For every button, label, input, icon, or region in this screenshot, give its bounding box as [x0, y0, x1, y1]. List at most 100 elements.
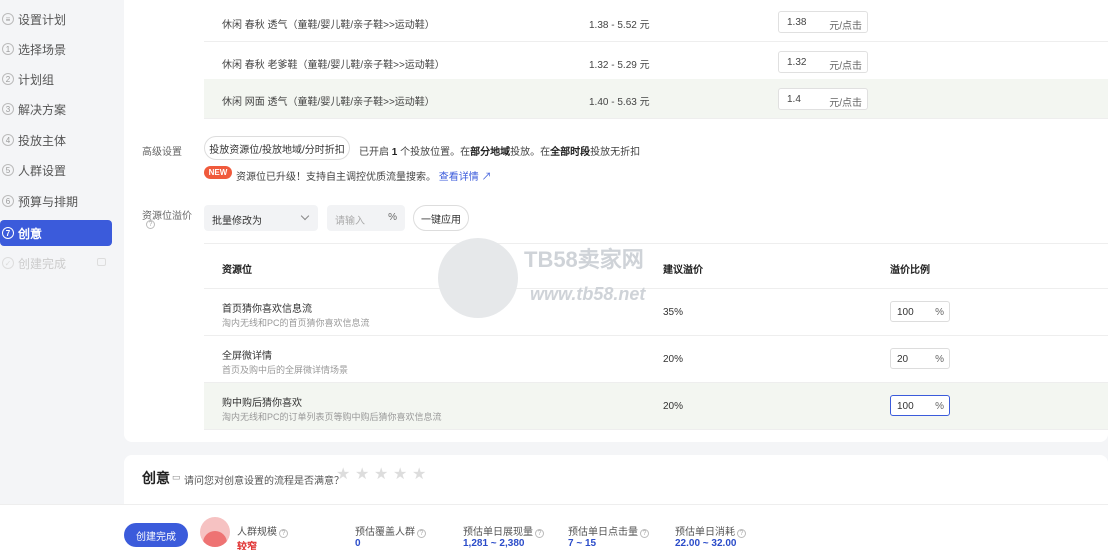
resource-desc: 淘内无线和PC的订单列表页等购中购后猜你喜欢信息流	[222, 412, 442, 422]
sidebar-item-label: 计划组	[18, 72, 55, 87]
sidebar-item-budget[interactable]: 6 预算与排期	[0, 188, 112, 214]
comment-icon: ▭	[172, 472, 181, 482]
bid-unit: 元/点击	[829, 21, 862, 32]
stat-value: 0	[355, 538, 361, 549]
premium-percent-input[interactable]: 请输入 %	[327, 205, 405, 231]
table-row: 购中购后猜你喜欢 淘内无线和PC的订单列表页等购中购后猜你喜欢信息流 20% 1…	[204, 383, 1108, 430]
sidebar-item-plan-settings[interactable]: ≡ 设置计划	[0, 6, 112, 32]
keyword-price-row: 休闲 春秋 老爹鞋（童鞋/婴儿鞋/亲子鞋>>运动鞋） 1.32 - 5.29 元…	[204, 42, 1108, 82]
help-icon[interactable]: ?	[279, 529, 288, 538]
help-icon[interactable]: ?	[146, 220, 155, 229]
stat-label-text: 预估覆盖人群	[355, 527, 415, 538]
step-number-icon: 6	[2, 195, 14, 207]
stat-value: 1,281 ~ 2,380	[463, 538, 525, 549]
star-icon[interactable]: ★	[355, 467, 371, 483]
upgrade-notice: 资源位已升级！支持自主调控优质流量搜索。 查看详情 ↗	[236, 168, 492, 183]
info-count: 1	[391, 147, 398, 158]
bid-value: 1.32	[787, 57, 807, 68]
step-number-icon: 3	[2, 103, 14, 115]
stat-value: 22.00 ~ 32.00	[675, 538, 737, 549]
info-text: 已开启	[359, 147, 389, 158]
sidebar-item-subject[interactable]: 4 投放主体	[0, 127, 112, 153]
suggested-premium: 20%	[663, 354, 684, 365]
batch-modify-select[interactable]: 批量修改为	[204, 205, 318, 231]
check-icon: ✓	[2, 257, 14, 269]
help-icon[interactable]: ?	[737, 529, 746, 538]
advanced-settings-button[interactable]: 投放资源位/投放地域/分时折扣	[204, 136, 350, 160]
ratio-value: 100	[897, 401, 914, 412]
sidebar-item-complete: ✓ 创建完成	[0, 250, 112, 276]
settings-card: 休闲 春秋 透气（童鞋/婴儿鞋/亲子鞋>>运动鞋） 1.38 - 5.52 元 …	[124, 0, 1108, 442]
sidebar-item-solution[interactable]: 3 解决方案	[0, 96, 112, 122]
info-text: 个投放位置。在	[400, 147, 471, 158]
column-header: 资源位	[222, 265, 252, 276]
bid-unit: 元/点击	[829, 61, 862, 72]
stat-value: 7 ~ 15	[568, 538, 597, 549]
watermark-text: TB58卖家网	[524, 247, 644, 272]
bottom-bar: 创建完成 人群规模? 较窄 预估覆盖人群? 0 预估单日展现量? 1,281 ~…	[0, 504, 1108, 550]
sidebar-item-label: 解决方案	[18, 102, 67, 117]
step-number-icon: 4	[2, 134, 14, 146]
crowd-size-label: 人群规模?	[237, 523, 288, 538]
keyword-name: 休闲 网面 透气（童鞋/婴儿鞋/亲子鞋>>运动鞋）	[222, 97, 435, 108]
apply-all-button[interactable]: 一键应用	[413, 205, 469, 231]
star-icon[interactable]: ★	[412, 467, 428, 483]
table-header: 资源位 建议溢价 溢价比例	[204, 243, 1108, 289]
new-badge: NEW	[204, 166, 232, 179]
info-text: 投放。在	[510, 147, 551, 158]
bid-input[interactable]: 1.4 元/点击	[778, 88, 868, 110]
ratio-unit: %	[935, 354, 944, 365]
step-number-icon: 7	[2, 227, 14, 239]
stat-label: 预估单日展现量?	[463, 523, 544, 538]
bid-value: 1.4	[787, 94, 801, 105]
suggested-range: 1.38 - 5.52 元	[589, 20, 650, 31]
table-row: 全屏微详情 首页及购中后的全屏微详情场景 20% 20 %	[204, 336, 1108, 383]
premium-ratio-input[interactable]: 100 %	[890, 301, 950, 322]
sidebar-item-label: 创意	[18, 226, 43, 241]
suggested-premium: 35%	[663, 307, 684, 318]
input-placeholder: 请输入	[335, 216, 365, 227]
stat-label: 预估覆盖人群?	[355, 523, 426, 538]
bid-input[interactable]: 1.32 元/点击	[778, 51, 868, 73]
bid-input[interactable]: 1.38 元/点击	[778, 11, 868, 33]
suggested-premium: 20%	[663, 401, 684, 412]
sidebar-item-label: 创建完成	[18, 256, 67, 271]
stat-label: 预估单日点击量?	[568, 523, 649, 538]
premium-ratio-input[interactable]: 20 %	[890, 348, 950, 369]
sidebar-item-label: 投放主体	[18, 133, 67, 148]
keyword-price-row: 休闲 春秋 透气（童鞋/婴儿鞋/亲子鞋>>运动鞋） 1.38 - 5.52 元 …	[204, 2, 1108, 42]
notice-text: 资源位已升级！支持自主调控优质流量搜索。	[236, 172, 436, 183]
help-icon[interactable]: ?	[640, 529, 649, 538]
suggested-range: 1.32 - 5.29 元	[589, 60, 650, 71]
crowd-size-value: 较窄	[237, 542, 257, 550]
premium-ratio-input[interactable]: 100 %	[890, 395, 950, 416]
star-icon[interactable]: ★	[393, 467, 409, 483]
rating-stars: ★ ★ ★ ★ ★	[336, 467, 428, 483]
help-icon[interactable]: ?	[535, 529, 544, 538]
sidebar-item-plan-group[interactable]: 2 计划组	[0, 66, 112, 92]
select-value: 批量修改为	[212, 216, 262, 227]
external-link-icon[interactable]: ↗	[482, 172, 492, 183]
create-complete-button[interactable]: 创建完成	[124, 523, 188, 547]
column-header: 溢价比例	[890, 265, 930, 276]
watermark-url: www.tb58.net	[530, 284, 646, 304]
info-text: 投放无折扣	[590, 147, 641, 158]
star-icon[interactable]: ★	[374, 467, 390, 483]
step-number-icon: 2	[2, 73, 14, 85]
ratio-value: 20	[897, 354, 909, 365]
crowd-avatar	[200, 517, 230, 547]
view-details-link[interactable]: 查看详情	[439, 172, 479, 183]
step-number-icon: 5	[2, 164, 14, 176]
bid-value: 1.38	[787, 17, 807, 28]
table-row: 首页猜你喜欢信息流 淘内无线和PC的首页猜你喜欢信息流 35% 100 %	[204, 289, 1108, 336]
sidebar-item-creative[interactable]: 7 创意	[0, 220, 112, 246]
help-icon[interactable]: ?	[417, 529, 426, 538]
ratio-value: 100	[897, 307, 914, 318]
sidebar-item-scene[interactable]: 1 选择场景	[0, 36, 112, 62]
star-icon[interactable]: ★	[336, 467, 352, 483]
resource-desc: 首页及购中后的全屏微详情场景	[222, 365, 349, 375]
sidebar-item-crowd[interactable]: 5 人群设置	[0, 157, 112, 183]
sidebar: ≡ 设置计划 1 选择场景 2 计划组 3 解决方案 4 投放主体 5 人群设置…	[0, 0, 124, 504]
sidebar-item-label: 选择场景	[18, 42, 67, 57]
ratio-unit: %	[935, 307, 944, 318]
